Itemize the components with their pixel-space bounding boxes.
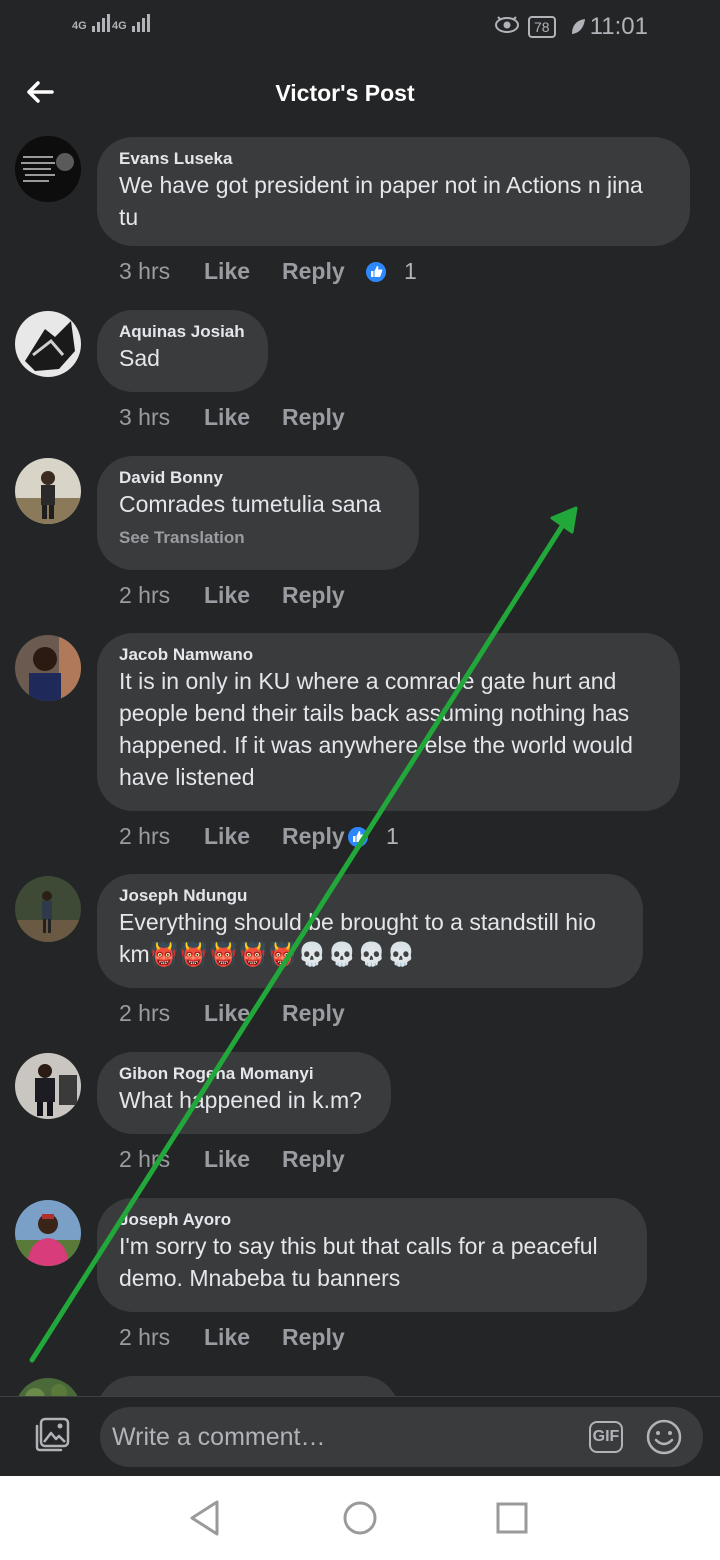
comment-author[interactable]: David Bonny	[119, 468, 397, 488]
signal-bars-icon	[131, 14, 150, 32]
comment-bubble[interactable]: Joseph Ayoro I'm sorry to say this but t…	[97, 1198, 647, 1312]
signal-indicator-1: 4G	[72, 14, 110, 32]
signal-bars-icon	[91, 14, 110, 32]
comment-actions: 3 hrs Like Reply 1	[119, 258, 417, 285]
like-button[interactable]: Like	[204, 1000, 282, 1027]
reaction-count[interactable]: 1	[364, 258, 417, 285]
comment-time[interactable]: 2 hrs	[119, 823, 204, 850]
comment-actions: 3 hrs Like Reply	[119, 404, 362, 431]
like-button[interactable]: Like	[204, 582, 282, 609]
comment-author[interactable]: Joseph Ndungu	[119, 886, 621, 906]
comments-feed[interactable]: Evans Luseka We have got president in pa…	[0, 136, 720, 1396]
leaf-icon	[570, 18, 586, 41]
square-recent-icon	[496, 1502, 528, 1534]
gif-button[interactable]: GIF	[589, 1421, 623, 1453]
comment-input[interactable]	[112, 1407, 572, 1467]
eye-icon	[494, 15, 520, 40]
comment-author[interactable]: Aquinas Josiah	[119, 322, 246, 342]
emoji-button[interactable]	[645, 1418, 683, 1456]
reply-button[interactable]: Reply	[282, 582, 362, 609]
comment-actions: 2 hrs Like Reply 1	[119, 823, 399, 850]
reply-button[interactable]: Reply	[282, 1146, 362, 1173]
nav-back-button[interactable]	[186, 1498, 222, 1543]
signal-indicator-2: 4G	[112, 14, 150, 32]
comment-text: What happened in k.m?	[119, 1087, 362, 1113]
avatar[interactable]	[15, 1378, 81, 1396]
comment-text: I'm sorry to say this but that calls for…	[119, 1233, 605, 1291]
comment-author[interactable]: Gibon Rogena Momanyi	[119, 1064, 369, 1084]
smiley-icon	[646, 1419, 682, 1455]
like-button[interactable]: Like	[204, 258, 282, 285]
thumbs-up-icon	[364, 259, 388, 284]
see-translation-link[interactable]: See Translation	[119, 528, 397, 548]
clock: 11:01	[589, 13, 648, 40]
nav-recent-apps-button[interactable]	[496, 1502, 528, 1539]
like-button[interactable]: Like	[204, 1146, 282, 1173]
comment-time[interactable]: 2 hrs	[119, 1324, 204, 1351]
status-bar: 4G 4G 78 11:01	[0, 0, 720, 56]
comment-bubble[interactable]: Aquinas Josiah Sad	[97, 310, 268, 392]
avatar[interactable]	[15, 136, 81, 202]
comment-bubble[interactable]	[97, 1376, 399, 1396]
comment-bubble[interactable]: Joseph Ndungu Everything should be broug…	[97, 874, 643, 988]
comment-text: Comrades tumetulia sana	[119, 491, 382, 517]
comment-bubble[interactable]: Jacob Namwano It is in only in KU where …	[97, 633, 680, 811]
system-navigation-bar	[0, 1476, 720, 1560]
comment-actions: 2 hrs Like Reply	[119, 1324, 362, 1351]
reaction-count[interactable]: 1	[346, 823, 399, 850]
triangle-back-icon	[190, 1500, 219, 1536]
comment-text: Sad	[119, 345, 160, 371]
photo-icon	[35, 1417, 70, 1452]
thumbs-up-icon	[346, 824, 370, 849]
like-button[interactable]: Like	[204, 1324, 282, 1351]
like-button[interactable]: Like	[204, 823, 282, 850]
comment-bubble[interactable]: Evans Luseka We have got president in pa…	[97, 137, 690, 246]
comment-actions: 2 hrs Like Reply	[119, 1146, 362, 1173]
comment-time[interactable]: 2 hrs	[119, 1000, 204, 1027]
avatar[interactable]	[15, 635, 81, 701]
like-button[interactable]: Like	[204, 404, 282, 431]
comment-text: It is in only in KU where a comrade gate…	[119, 668, 640, 790]
comment-text: We have got president in paper not in Ac…	[119, 172, 650, 230]
comment-bubble[interactable]: Gibon Rogena Momanyi What happened in k.…	[97, 1052, 391, 1134]
app-header: Victor's Post	[0, 56, 720, 136]
comment-input-container: GIF	[100, 1407, 703, 1467]
circle-home-icon	[343, 1501, 377, 1535]
comment-actions: 2 hrs Like Reply	[119, 1000, 362, 1027]
avatar[interactable]	[15, 876, 81, 942]
nav-home-button[interactable]	[342, 1500, 378, 1541]
emoji-sequence: 👹👹👹👹👹💀💀💀💀	[149, 941, 417, 967]
avatar[interactable]	[15, 311, 81, 377]
comment-text: Everything should be brought to a stands…	[119, 909, 603, 967]
reply-button[interactable]: Reply	[282, 1324, 362, 1351]
page-title: Victor's Post	[275, 80, 415, 106]
avatar[interactable]	[15, 1053, 81, 1119]
comment-time[interactable]: 2 hrs	[119, 1146, 204, 1173]
comment-author[interactable]: Evans Luseka	[119, 149, 668, 169]
reply-button[interactable]: Reply	[282, 404, 362, 431]
comment-composer: GIF	[0, 1396, 720, 1476]
avatar[interactable]	[15, 458, 81, 524]
comment-actions: 2 hrs Like Reply	[119, 582, 362, 609]
comment-bubble[interactable]: David Bonny Comrades tumetulia sana See …	[97, 456, 419, 570]
comment-author[interactable]: Joseph Ayoro	[119, 1210, 625, 1230]
photo-button[interactable]	[28, 1411, 76, 1459]
comment-author[interactable]: Jacob Namwano	[119, 645, 658, 665]
comment-time[interactable]: 3 hrs	[119, 404, 204, 431]
reply-button[interactable]: Reply	[282, 1000, 362, 1027]
comment-time[interactable]: 2 hrs	[119, 582, 204, 609]
comment-time[interactable]: 3 hrs	[119, 258, 204, 285]
avatar[interactable]	[15, 1200, 81, 1266]
reply-button[interactable]: Reply	[282, 258, 362, 285]
battery-indicator: 78	[528, 16, 556, 38]
